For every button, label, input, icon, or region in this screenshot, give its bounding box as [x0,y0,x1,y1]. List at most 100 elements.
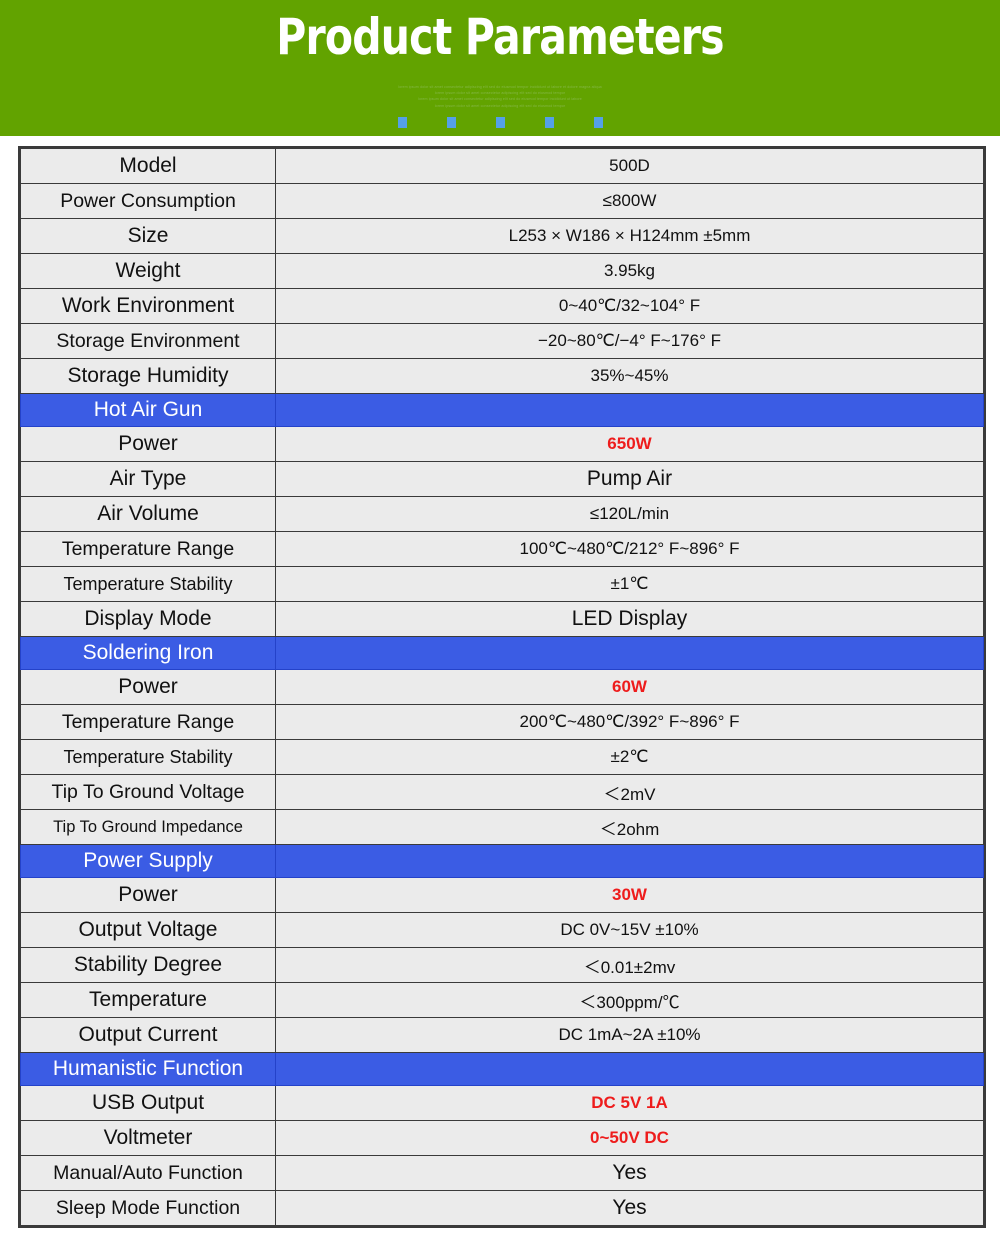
parameter-value: ≤800W [275,183,984,219]
parameter-value: ＜2mV [275,774,984,810]
section-value-spacer [275,1052,984,1086]
parameter-label: Temperature Range [20,704,276,740]
parameter-label: Output Voltage [20,912,276,948]
table-row: Tip To Ground Voltage ＜2mV [20,774,984,810]
parameter-value: 0~40℃/32~104° F [275,288,984,324]
parameter-value: L253 × W186 × H124mm ±5mm [275,218,984,254]
section-header-row: Soldering Iron [20,636,984,670]
table-row: Power 650W [20,426,984,462]
parameter-label: Temperature [20,982,276,1018]
section-value-spacer [275,636,984,670]
section-label: Hot Air Gun [20,393,276,427]
parameter-value: 500D [275,148,984,184]
parameter-label: Stability Degree [20,947,276,983]
parameter-value: ≤120L/min [275,496,984,532]
parameter-label: Work Environment [20,288,276,324]
parameter-value: Yes [275,1155,984,1191]
parameter-label: Power [20,877,276,913]
table-row: Power Consumption ≤800W [20,183,984,219]
parameter-value: 200℃~480℃/392° F~896° F [275,704,984,740]
table-row: Output Current DC 1mA~2A ±10% [20,1017,984,1053]
banner-dot-group [0,117,1000,128]
banner-dot [544,117,554,128]
parameter-value: 3.95kg [275,253,984,289]
parameter-label: Temperature Stability [20,566,276,602]
parameter-value: ±1℃ [275,566,984,602]
parameter-value: DC 5V 1A [275,1085,984,1121]
parameter-value: Pump Air [275,461,984,497]
table-row: Temperature Range 100℃~480℃/212° F~896° F [20,531,984,567]
table-row: Weight 3.95kg [20,253,984,289]
parameter-label: Power [20,426,276,462]
parameter-label: Power Consumption [20,183,276,219]
parameter-label: Temperature Range [20,531,276,567]
parameter-value: 100℃~480℃/212° F~896° F [275,531,984,567]
parameter-value: 650W [275,426,984,462]
table-row: Storage Environment −20~80℃/−4° F~176° F [20,323,984,359]
parameter-value: Yes [275,1190,984,1226]
banner-decorative-text: lorem ipsum dolor sit amet consectetur a… [398,85,602,108]
spec-table: Model 500D Power Consumption ≤800W Size L253 … [20,148,984,1226]
section-label: Humanistic Function [20,1052,276,1086]
table-row: Power 30W [20,877,984,913]
parameter-label: Air Type [20,461,276,497]
banner-dot [446,117,456,128]
table-row: Storage Humidity 35%~45% [20,358,984,394]
table-row: Display Mode LED Display [20,601,984,637]
parameter-value: LED Display [275,601,984,637]
table-row: Air Type Pump Air [20,461,984,497]
banner-dot [593,117,603,128]
section-header-row: Power Supply [20,844,984,878]
parameter-value: 35%~45% [275,358,984,394]
table-row: Temperature Stability ±2℃ [20,739,984,775]
parameter-value: DC 1mA~2A ±10% [275,1017,984,1053]
table-row: Stability Degree ＜0.01±2mv [20,947,984,983]
parameter-label: Tip To Ground Impedance [20,809,276,845]
parameter-value: ±2℃ [275,739,984,775]
table-row: Temperature Stability ±1℃ [20,566,984,602]
table-row: USB Output DC 5V 1A [20,1085,984,1121]
table-row: Power 60W [20,669,984,705]
parameter-label: USB Output [20,1085,276,1121]
table-row: Work Environment 0~40℃/32~104° F [20,288,984,324]
table-row: Manual/Auto Function Yes [20,1155,984,1191]
parameter-label: Storage Environment [20,323,276,359]
parameter-label: Sleep Mode Function [20,1190,276,1226]
parameter-value: ＜0.01±2mv [275,947,984,983]
parameter-value: ＜2ohm [275,809,984,845]
section-header-row: Hot Air Gun [20,393,984,427]
parameter-label: Temperature Stability [20,739,276,775]
table-row: Size L253 × W186 × H124mm ±5mm [20,218,984,254]
section-label: Soldering Iron [20,636,276,670]
parameter-value: DC 0V~15V ±10% [275,912,984,948]
banner-dot [397,117,407,128]
section-label: Power Supply [20,844,276,878]
parameter-label: Display Mode [20,601,276,637]
parameter-value: 30W [275,877,984,913]
parameter-value: ＜300ppm/℃ [275,982,984,1018]
section-value-spacer [275,393,984,427]
parameter-label: Model [20,148,276,184]
product-parameters-table: Model 500D Power Consumption ≤800W Size L253 … [18,146,986,1228]
parameter-value: 60W [275,669,984,705]
table-row: Temperature ＜300ppm/℃ [20,982,984,1018]
table-row: Voltmeter 0~50V DC [20,1120,984,1156]
parameter-label: Power [20,669,276,705]
parameter-label: Weight [20,253,276,289]
table-row: Air Volume ≤120L/min [20,496,984,532]
table-row: Temperature Range 200℃~480℃/392° F~896° F [20,704,984,740]
table-row: Output Voltage DC 0V~15V ±10% [20,912,984,948]
page-banner: Product Parameters lorem ipsum dolor sit… [0,0,1000,136]
parameter-label: Voltmeter [20,1120,276,1156]
parameter-label: Tip To Ground Voltage [20,774,276,810]
spec-table-body: Model 500D Power Consumption ≤800W Size L253 … [20,148,984,1226]
parameter-label: Air Volume [20,496,276,532]
parameter-label: Manual/Auto Function [20,1155,276,1191]
parameter-value: 0~50V DC [275,1120,984,1156]
banner-dot [495,117,505,128]
section-header-row: Humanistic Function [20,1052,984,1086]
parameter-label: Storage Humidity [20,358,276,394]
parameter-label: Size [20,218,276,254]
parameter-label: Output Current [20,1017,276,1053]
section-value-spacer [275,844,984,878]
